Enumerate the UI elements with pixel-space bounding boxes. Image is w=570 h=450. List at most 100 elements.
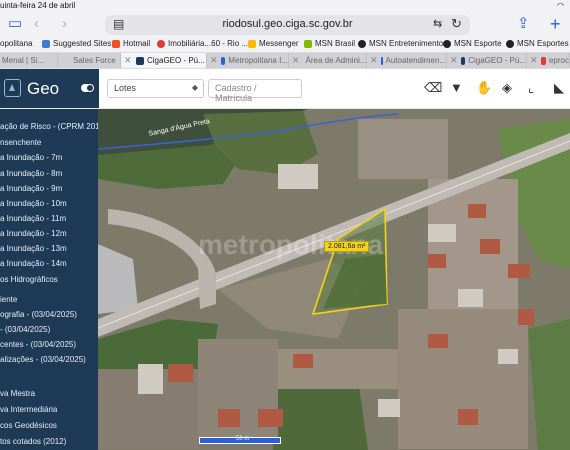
layer-group[interactable]: iente — [0, 295, 98, 304]
bookmark-icon — [443, 39, 451, 48]
status-date: uinta-feira 24 de abril — [0, 1, 76, 10]
bookmark-label: opolitana — [0, 39, 33, 48]
app-brand: Geo — [0, 69, 99, 108]
tab[interactable]: ✕ CigaGEO - Pú... — [447, 53, 527, 68]
bookmark-item[interactable]: MSN Entretenimento — [358, 39, 443, 48]
close-icon[interactable]: ✕ — [370, 55, 378, 66]
tab-strip: Menal | Si... Sales Force ✕ CigaGEO - Pú.… — [0, 52, 570, 69]
bookmark-item[interactable]: opolitana — [0, 39, 32, 48]
bookmark-item[interactable]: Suggested Sites — [42, 39, 111, 48]
browser-toolbar: ▭ ‹ › ▤ riodosul.geo.ciga.sc.gov.br ⇆ ↻ … — [0, 12, 570, 37]
layer-item[interactable]: a Inundação - 9m — [0, 184, 98, 193]
layer-item[interactable]: a Inundação - 12m — [0, 229, 98, 238]
close-icon[interactable]: ✕ — [292, 55, 300, 66]
wifi-icon: ◠ — [557, 1, 564, 10]
tab[interactable]: Menal | Si... — [0, 53, 58, 68]
tab-label: eproc — [548, 56, 569, 65]
bookmark-icon — [304, 39, 312, 48]
bookmark-label: Hotmail — [123, 39, 151, 48]
app-name: Geo — [27, 79, 60, 98]
bookmark-icon — [42, 39, 50, 48]
filter-icon[interactable]: ▼ — [450, 81, 463, 95]
bookmark-item[interactable]: Imobiliária...60 - Rio ... — [157, 39, 248, 48]
satellite-imagery[interactable]: metropolitana — [98, 109, 570, 450]
layer-item[interactable]: a Inundação - 7m — [0, 153, 98, 162]
close-icon[interactable]: ✕ — [450, 55, 458, 66]
bookmark-icon — [248, 39, 256, 48]
layer-item[interactable]: cos Geodésicos — [0, 421, 98, 430]
tab[interactable]: ✕ Autoatendimen... — [367, 53, 447, 68]
tab-favicon — [540, 56, 546, 65]
map-view[interactable]: metropolitana Sanga d'Água Preta 2.081,6… — [98, 109, 570, 450]
layer-item[interactable]: a Inundação - 13m — [0, 244, 98, 253]
url-text[interactable]: riodosul.geo.ciga.sc.gov.br — [105, 18, 470, 30]
layer-item[interactable]: centes - (03/04/2025) — [0, 340, 98, 349]
close-icon[interactable]: ✕ — [530, 55, 538, 66]
bookmark-label: MSN Esporte — [454, 39, 502, 48]
tab-favicon — [380, 56, 383, 65]
plus-icon[interactable]: + — [550, 15, 561, 33]
sidebar-toggle-switch[interactable] — [81, 84, 94, 92]
layer-item[interactable]: a Inundação - 10m — [0, 199, 98, 208]
search-input[interactable]: Cadastro / Matrícula — [208, 79, 302, 103]
layer-item[interactable]: - (03/04/2025) — [0, 325, 98, 334]
tab-label: Área de Admini... — [305, 56, 367, 65]
bookmark-item[interactable]: Hotmail — [112, 39, 150, 48]
chevron-left-icon[interactable]: ‹ — [34, 15, 39, 33]
tab-label: Sales Force — [73, 56, 116, 65]
eraser-icon[interactable]: ⌫ — [424, 81, 442, 95]
layer-select[interactable]: Lotes ◆ — [107, 79, 204, 98]
chevron-right-icon[interactable]: › — [62, 15, 67, 33]
area-icon[interactable]: ◣ — [554, 81, 564, 95]
status-bar: uinta-feira 24 de abril ◠ — [0, 0, 570, 12]
bookmark-icon — [157, 39, 165, 48]
map-layers-icon[interactable]: ◈ — [502, 81, 512, 95]
bookmark-label: MSN Brasil — [315, 39, 356, 48]
bookmark-item[interactable]: MSN Esportes — [506, 39, 569, 48]
reload-icon[interactable]: ↻ — [451, 16, 462, 32]
layer-item[interactable]: tos cotados (2012) — [0, 437, 98, 446]
close-icon[interactable]: ✕ — [210, 55, 218, 66]
layer-item[interactable]: alizações - (03/04/2025) — [0, 355, 98, 364]
layer-select-value: Lotes — [114, 83, 137, 93]
bookmark-item[interactable]: Messenger — [248, 39, 299, 48]
tab[interactable]: ✕ eproc — [527, 53, 570, 68]
layer-item[interactable]: ografia - (03/04/2025) — [0, 310, 98, 319]
bookmark-label: Suggested Sites — [53, 39, 112, 48]
bookmark-label: Imobiliária...60 - Rio ... — [168, 39, 249, 48]
layer-item[interactable]: a Inundação - 8m — [0, 169, 98, 178]
layers-sidebar: ação de Risco - (CPRM 2011) nsenchente a… — [0, 109, 98, 450]
tab-favicon — [220, 56, 226, 65]
close-icon[interactable]: ✕ — [124, 55, 133, 66]
tab-active[interactable]: ✕ CigaGEO - Pú... — [121, 53, 207, 68]
bookmark-item[interactable]: MSN Brasil — [304, 39, 355, 48]
measure-icon[interactable]: ⌞ — [528, 81, 534, 95]
tab[interactable]: Sales Force — [58, 53, 121, 68]
share-icon[interactable]: ⇪ — [517, 15, 530, 33]
address-bar[interactable]: ▤ riodosul.geo.ciga.sc.gov.br ⇆ ↻ — [105, 15, 470, 35]
layer-item[interactable]: va Intermediária — [0, 405, 98, 414]
hand-icon[interactable]: ✋ — [476, 81, 492, 95]
bookmark-icon — [112, 39, 120, 48]
tab[interactable]: ✕ Área de Admini... — [289, 53, 367, 68]
bookmark-item[interactable]: MSN Esporte — [443, 39, 502, 48]
logo-icon — [4, 79, 21, 97]
tab-favicon — [460, 56, 466, 65]
bookmark-label: MSN Entretenimento — [369, 39, 444, 48]
chevron-down-icon: ◆ — [191, 83, 198, 92]
translate-icon[interactable]: ⇆ — [433, 17, 442, 30]
tab[interactable]: ✕ Metropolitana I... — [207, 53, 289, 68]
tab-label: Menal | Si... — [2, 56, 45, 65]
layer-item[interactable]: os Hidrográficos — [0, 275, 98, 284]
sidebar-toggle-icon[interactable]: ▭ — [8, 15, 22, 33]
bookmark-label: MSN Esportes — [517, 39, 569, 48]
scale-bar-label: 50 m — [236, 436, 250, 442]
layer-item[interactable]: ação de Risco - (CPRM 2011) — [0, 122, 98, 131]
layer-item[interactable]: va Mestra — [0, 389, 98, 398]
bookmark-label: Messenger — [259, 39, 299, 48]
layer-item[interactable]: nsenchente — [0, 138, 98, 147]
search-placeholder: Cadastro / Matrícula — [215, 83, 257, 103]
bookmark-icon — [506, 39, 514, 48]
layer-item[interactable]: a Inundação - 14m — [0, 259, 98, 268]
layer-item[interactable]: a Inundação - 11m — [0, 214, 98, 223]
